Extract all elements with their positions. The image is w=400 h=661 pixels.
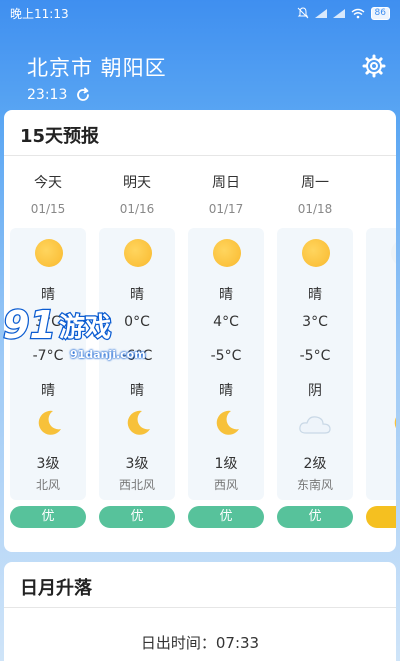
wind-level: 3级 (125, 456, 149, 472)
wind-direction: 西北风 (118, 478, 155, 492)
sunrise-time: 日出时间：07:33 (140, 634, 260, 652)
forecast-days[interactable]: 今天 01/15 晴 3°C -7°C 晴 3级 北风 优 明天 01/16 晴… (4, 156, 396, 552)
location-title[interactable]: 北京市 朝阳区 (27, 52, 167, 82)
high-temp: - (366, 314, 396, 330)
sun-icon (35, 239, 63, 267)
wind-direction: 北风 (35, 478, 60, 492)
gear-icon[interactable] (362, 54, 386, 78)
wind-direction: 西风 (213, 478, 238, 492)
update-time: 23:13 (27, 87, 68, 103)
night-weather: 晴 (130, 383, 144, 399)
day-name: 明天 (123, 175, 151, 191)
refresh-icon[interactable] (75, 87, 91, 103)
sun-moon-title: 日月升落 (20, 578, 92, 599)
wifi-icon (351, 8, 364, 18)
status-icons: 86 (297, 6, 390, 20)
status-time: 晚上11:13 (10, 6, 69, 21)
night-weather: 晴 (41, 383, 55, 399)
sun-icon (124, 239, 152, 267)
day-name: 今天 (34, 175, 62, 191)
day-weather: 晴 (219, 287, 233, 303)
wind-direction: 东南风 (296, 478, 333, 492)
wind-level: 1 (366, 453, 396, 469)
wind-level: 1级 (214, 456, 238, 472)
forecast-day-monday[interactable]: 周一 01/18 晴 3°C -5°C 阴 2级 东南风 优 (271, 156, 359, 552)
day-panel: 晴 3°C -5°C 阴 2级 东南风 (277, 228, 353, 500)
day-panel: - - 1 东 (366, 228, 396, 500)
aqi-badge: 优 (188, 506, 264, 528)
watermark-logo-icon: 91 游戏 (2, 302, 113, 348)
forecast-title: 15天预报 (20, 126, 100, 147)
moon-icon (216, 410, 239, 435)
sun-icon (302, 239, 330, 267)
svg-text:游戏: 游戏 (59, 313, 111, 343)
day-date: 01/16 (119, 202, 155, 216)
sun-moon-card: 日月升落 日出时间：07:33 (4, 562, 396, 661)
wind-direction: 东 (366, 476, 396, 493)
day-date: 01 (360, 202, 396, 216)
aqi-badge: 优 (10, 506, 86, 528)
forecast-day-partial[interactable]: 周 01 - - 1 东 (360, 156, 396, 552)
moon-icon (127, 410, 150, 435)
wind-level: 3级 (36, 456, 60, 472)
low-temp: -5°C (210, 348, 242, 364)
svg-text:91: 91 (3, 303, 56, 347)
day-name: 周日 (212, 175, 240, 191)
watermark-site: 91danji.com (70, 348, 146, 361)
day-name: 周 (360, 172, 396, 192)
night-weather: 阴 (308, 383, 322, 399)
moon-icon (394, 417, 396, 428)
sun-icon (213, 239, 241, 267)
moon-icon (38, 410, 61, 435)
battery-icon: 86 (370, 6, 390, 20)
day-panel: 晴 4°C -5°C 晴 1级 西风 (188, 228, 264, 500)
aqi-badge (366, 506, 396, 528)
status-bar: 晚上11:13 86 (0, 0, 400, 26)
update-row: 23:13 (27, 87, 91, 103)
partial-weather-icon (391, 239, 396, 267)
forecast-day-sunday[interactable]: 周日 01/17 晴 4°C -5°C 晴 1级 西风 优 (182, 156, 270, 552)
aqi-badge: 优 (277, 506, 353, 528)
divider (4, 607, 396, 608)
wind-level: 2级 (303, 456, 327, 472)
aqi-badge: 优 (99, 506, 175, 528)
day-weather: 晴 (308, 287, 322, 303)
bell-off-icon (297, 7, 308, 19)
low-temp: - (366, 348, 396, 364)
low-temp: -5°C (299, 348, 331, 364)
signal-icon (314, 8, 327, 18)
signal-icon-2 (332, 8, 345, 18)
day-date: 01/18 (297, 202, 333, 216)
cloud-icon (299, 416, 331, 434)
day-panel: 晴 3°C -7°C 晴 3级 北风 (10, 228, 86, 500)
high-temp: 4°C (213, 314, 239, 330)
day-panel: 晴 0°C -6°C 晴 3级 西北风 (99, 228, 175, 500)
day-name: 周一 (301, 175, 329, 191)
day-date: 01/17 (208, 202, 244, 216)
night-weather: 晴 (219, 383, 233, 399)
day-date: 01/15 (30, 202, 66, 216)
high-temp: 3°C (302, 314, 328, 330)
